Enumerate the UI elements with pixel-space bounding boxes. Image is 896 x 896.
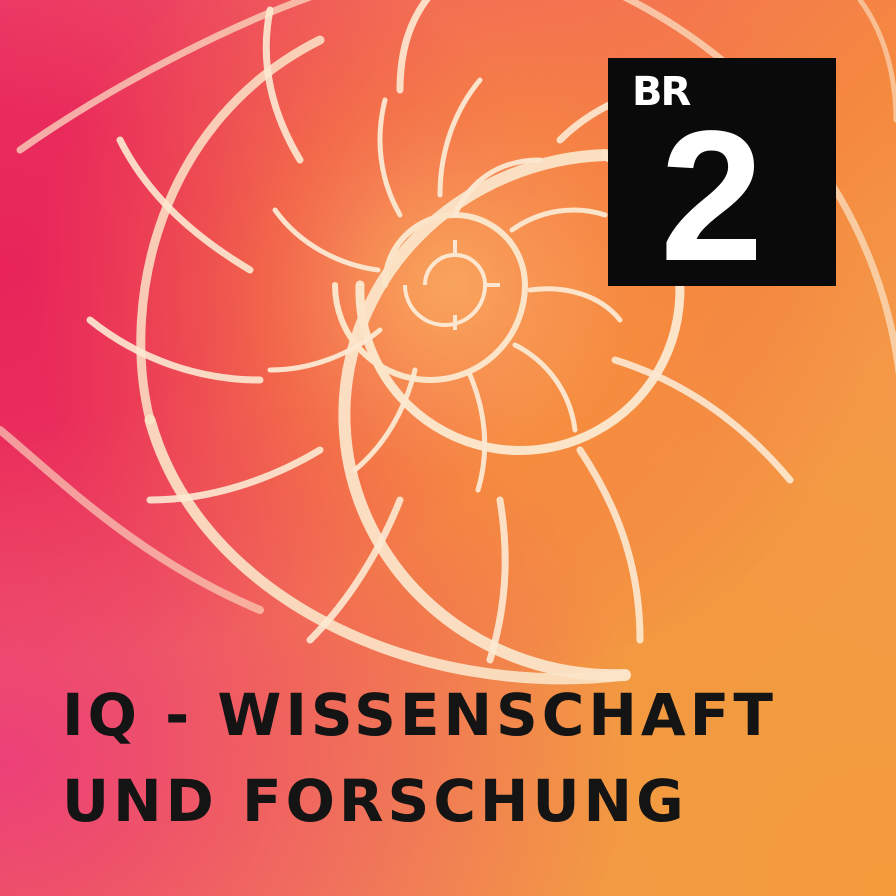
br2-logo: BR 2 xyxy=(608,58,836,290)
title-line-2: UND FORSCHUNG xyxy=(62,767,688,835)
logo-number: 2 xyxy=(660,93,764,300)
podcast-cover: BR 2 IQ - WISSENSCHAFT UND FORSCHUNG xyxy=(0,0,896,896)
title-line-1: IQ - WISSENSCHAFT xyxy=(62,681,777,749)
podcast-title: IQ - WISSENSCHAFT UND FORSCHUNG xyxy=(62,672,777,844)
